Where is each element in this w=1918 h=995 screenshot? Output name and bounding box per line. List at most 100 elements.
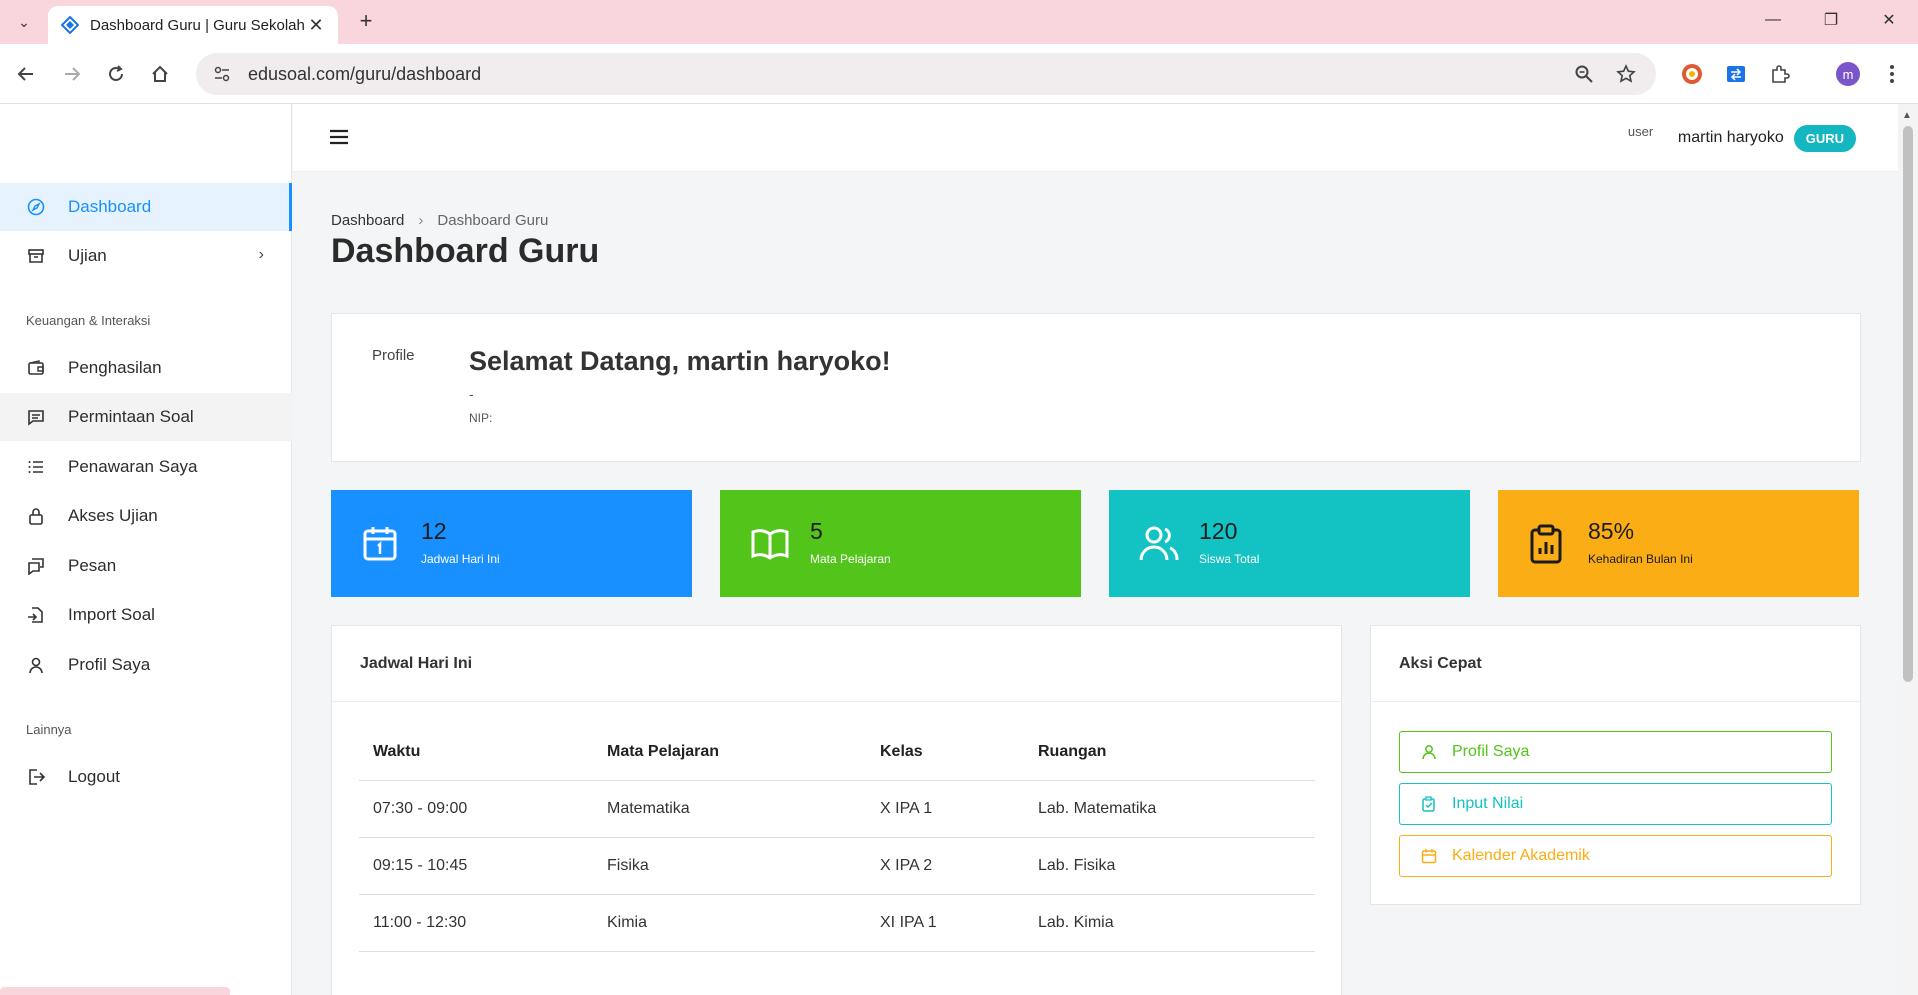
home-icon[interactable] [144,58,176,90]
sidebar-item-profil-saya[interactable]: Profil Saya [0,641,292,689]
stat-value: 12 [421,518,447,544]
file-import-icon [26,605,46,625]
back-icon[interactable] [10,58,42,90]
sidebar-item-label: Import Soal [68,605,155,624]
profile-avatar[interactable]: m [1832,58,1864,90]
stat-label: Jadwal Hari Ini [421,552,500,566]
sidebar-item-label: Pesan [68,556,117,575]
url-text: edusoal.com/guru/dashboard [248,63,482,84]
user-avatar: user [1627,124,1654,139]
new-tab-icon[interactable]: + [352,8,380,36]
column-header: Kelas [866,724,1024,781]
welcome-title: Selamat Datang, martin haryoko! [469,346,891,376]
user-icon [1420,743,1438,761]
forward-icon[interactable] [56,58,88,90]
sidebar-bottom-bar [0,987,230,995]
hamburger-menu-icon[interactable] [329,128,351,148]
browser-tabbar: ⌄ Dashboard Guru | Guru Sekolah ✕ + — ❐ … [0,0,1918,44]
sidebar-item-label: Penawaran Saya [68,457,198,476]
chat-icon [26,556,46,576]
table-cell: X IPA 1 [866,780,1024,838]
table-cell: X IPA 2 [866,837,1024,895]
restore-icon[interactable]: ❐ [1802,0,1860,40]
stat-label: Siswa Total [1199,552,1260,566]
table-cell: 07:30 - 09:00 [359,780,593,838]
message-icon [26,407,46,427]
quick-profil-saya-button[interactable]: Profil Saya [1399,731,1832,773]
sidebar-item-permintaan-soal[interactable]: Permintaan Soal [0,393,292,441]
app-topbar: user martin haryoko GURU [293,104,1898,172]
section-label-other: Lainnya [26,722,72,737]
sidebar-item-import-soal[interactable]: Import Soal [0,591,292,639]
sidebar-item-penghasilan[interactable]: Penghasilan [0,344,292,392]
table-row: 11:00 - 12:30 Kimia XI IPA 1 Lab. Kimia [359,894,1315,952]
sidebar-item-label: Akses Ujian [68,506,158,525]
stat-card-siswa: 120 Siswa Total [1109,490,1470,597]
stat-value: 120 [1199,518,1238,544]
stat-card-mapel: 5 Mata Pelajaran [720,490,1081,597]
extensions-puzzle-icon[interactable] [1764,58,1796,90]
clipboard-icon [1528,524,1568,564]
minimize-icon[interactable]: — [1744,0,1802,40]
sidebar-item-label: Permintaan Soal [68,407,194,426]
schedule-panel-title: Jadwal Hari Ini [332,626,1341,702]
scrollbar-thumb[interactable] [1903,126,1913,682]
sidebar-item-label: Ujian [68,246,107,265]
page-scrollbar[interactable]: ▲ [1898,104,1918,995]
user-name: martin haryoko [1677,129,1784,146]
reload-icon[interactable] [100,58,132,90]
zoom-icon[interactable] [1568,58,1600,90]
breadcrumb-root[interactable]: Dashboard [331,212,404,229]
sidebar-item-pesan[interactable]: Pesan [0,542,292,590]
book-icon [750,524,790,564]
sidebar: Dashboard Ujian › Keuangan & Interaksi P… [0,104,292,995]
bookmark-star-icon[interactable] [1610,58,1642,90]
table-cell: Kimia [593,894,866,952]
section-label-finance: Keuangan & Interaksi [26,313,151,328]
site-info-icon[interactable] [210,62,234,86]
stat-card-jadwal: 12 Jadwal Hari Ini [331,490,692,597]
sidebar-item-akses-ujian[interactable]: Akses Ujian [0,492,292,540]
sidebar-item-dashboard[interactable]: Dashboard [0,183,292,231]
table-cell: Matematika [593,780,866,838]
welcome-subtitle: - [469,386,474,402]
table-row: 09:15 - 10:45 Fisika X IPA 2 Lab. Fisika [359,837,1315,895]
stat-value: 5 [810,518,823,544]
sidebar-item-label: Logout [68,767,120,786]
quick-kalender-akademik-button[interactable]: Kalender Akademik [1399,835,1832,877]
stat-card-kehadiran: 85% Kehadiran Bulan Ini [1498,490,1859,597]
role-badge: GURU [1793,124,1856,152]
sidebar-item-logout[interactable]: Logout [0,753,292,801]
user-icon [26,655,46,675]
user-menu[interactable]: user martin haryoko GURU [1628,122,1856,154]
browser-menu-icon[interactable] [1876,58,1908,90]
extension-translate-icon[interactable] [1720,58,1752,90]
close-window-icon[interactable]: ✕ [1860,0,1918,40]
tab-close-icon[interactable]: ✕ [306,15,326,36]
sidebar-item-label: Penghasilan [68,358,162,377]
table-cell: XI IPA 1 [866,894,1024,952]
column-header: Mata Pelajaran [593,724,866,781]
table-cell: Fisika [593,837,866,895]
column-header: Ruangan [1024,724,1315,781]
profile-image: Profile [372,347,415,364]
tab-search-icon[interactable]: ⌄ [10,8,38,36]
quick-input-nilai-button[interactable]: Input Nilai [1399,783,1832,825]
sidebar-item-label: Dashboard [68,197,152,216]
extension-duckduckgo-icon[interactable] [1676,58,1708,90]
logout-icon [26,767,46,787]
browser-tab[interactable]: Dashboard Guru | Guru Sekolah ✕ [48,6,338,44]
scroll-up-arrow-icon[interactable]: ▲ [1902,110,1912,121]
table-cell: 09:15 - 10:45 [359,837,593,895]
column-header: Waktu [359,724,593,781]
sidebar-item-ujian[interactable]: Ujian › [0,232,292,280]
browser-toolbar: edusoal.com/guru/dashboard m [0,44,1918,104]
tab-title: Dashboard Guru | Guru Sekolah [90,16,305,34]
address-bar[interactable]: edusoal.com/guru/dashboard [196,53,1656,95]
lock-icon [26,506,46,526]
clipboard-check-icon [1420,795,1438,813]
table-cell: Lab. Kimia [1024,894,1315,952]
schedule-table: Waktu Mata Pelajaran Kelas Ruangan 07:30… [359,724,1315,952]
sidebar-item-penawaran-saya[interactable]: Penawaran Saya [0,443,292,491]
wallet-icon [26,358,46,378]
